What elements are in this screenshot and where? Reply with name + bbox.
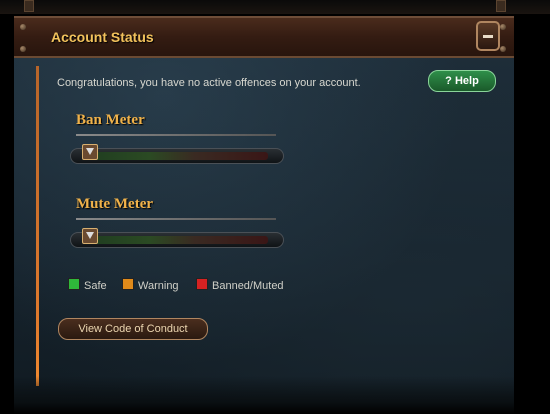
status-message: Congratulations, you have no active offe… xyxy=(57,77,361,89)
mute-meter xyxy=(70,228,284,252)
ban-meter-label: Ban Meter xyxy=(76,112,145,128)
legend-item-banned: Banned/Muted xyxy=(196,278,284,292)
legend-label: Banned/Muted xyxy=(212,280,284,292)
legend-item-safe: Safe xyxy=(68,278,107,292)
banned-swatch-icon xyxy=(196,278,208,290)
collapse-button[interactable] xyxy=(476,21,500,51)
ban-meter-underline xyxy=(76,134,276,136)
safe-swatch-icon xyxy=(68,278,80,290)
top-post xyxy=(496,0,506,12)
ban-meter-marker xyxy=(82,144,98,160)
legend-label: Safe xyxy=(84,280,107,292)
bottom-shadow xyxy=(14,376,514,414)
question-icon: ? xyxy=(445,75,452,87)
help-label: Help xyxy=(454,75,479,87)
warning-swatch-icon xyxy=(122,278,134,290)
mute-meter-label: Mute Meter xyxy=(76,196,154,212)
mute-meter-track xyxy=(86,236,268,244)
help-button[interactable]: ? Help xyxy=(428,70,496,92)
top-decoration xyxy=(0,0,550,14)
rivet-icon xyxy=(20,46,26,52)
view-code-of-conduct-button[interactable]: View Code of Conduct xyxy=(58,318,208,340)
top-post xyxy=(24,0,34,12)
panel-header: Account Status xyxy=(14,16,514,58)
mute-meter-underline xyxy=(76,218,276,220)
mute-meter-marker xyxy=(82,228,98,244)
rivet-icon xyxy=(20,24,26,30)
ban-meter xyxy=(70,144,284,168)
left-rail xyxy=(36,66,39,386)
legend-item-warning: Warning xyxy=(122,278,179,292)
legend-label: Warning xyxy=(138,280,179,292)
rivet-icon xyxy=(500,24,506,30)
panel-title: Account Status xyxy=(51,29,154,45)
rivet-icon xyxy=(500,46,506,52)
ban-meter-track xyxy=(86,152,268,160)
